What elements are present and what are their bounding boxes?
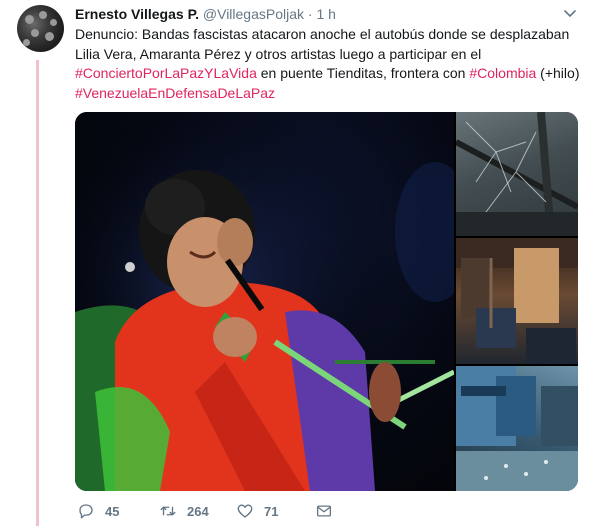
tweet-text-line: #ConciertoPorLaPazYLaVida en puente Tien… [75,64,595,84]
tweet-text-line: Lilia Vera, Amaranta Pérez y otros artis… [75,45,595,65]
tweet-text-segment: en puente Tienditas, frontera con [256,65,470,81]
hashtag-link[interactable]: #ConciertoPorLaPazYLaVida [75,65,257,81]
chevron-down-icon[interactable] [563,8,577,20]
reply-icon [79,504,93,519]
author-handle[interactable]: @VillegasPoljak [203,6,304,22]
heart-icon [237,504,253,518]
like-count: 71 [264,503,279,519]
like-button[interactable]: 71 [236,500,278,522]
shattered-window-art [456,112,578,236]
tweet-text: Denuncio: Bandas fascistas atacaron anoc… [75,25,595,103]
tweet-text-segment: Denuncio: Bandas fascistas atacaron anoc… [75,26,570,42]
shattered-window-photo[interactable] [456,112,578,236]
tweet-actions: 45 264 71 [75,500,495,526]
thread-connector-line [36,60,39,526]
retweet-count: 264 [187,503,209,519]
direct-message-button[interactable] [315,500,343,522]
envelope-icon [316,505,332,517]
avatar[interactable] [17,5,64,52]
bus-interior-art [456,238,578,364]
media-grid [75,112,578,491]
reply-count: 45 [105,503,120,519]
hashtag-link[interactable]: #Colombia [469,65,536,81]
broken-glass-seats-art [456,366,578,491]
tweet-text-line: Denuncio: Bandas fascistas atacaron anoc… [75,25,595,45]
author-name[interactable]: Ernesto Villegas P. [75,6,199,22]
broken-glass-seats-photo[interactable] [456,366,578,491]
bus-interior-photo[interactable] [456,238,578,364]
tweet-text-segment: (+hilo) [536,65,580,81]
singer-photo-art [75,112,454,491]
reply-button[interactable]: 45 [77,500,119,522]
tweet-text-line: #VenezuelaEnDefensaDeLaPaz [75,84,595,104]
singer-photo[interactable] [75,112,454,491]
retweet-icon [160,506,176,516]
tweet-header: Ernesto Villegas P. @VillegasPoljak · 1 … [75,5,336,23]
hashtag-link[interactable]: #VenezuelaEnDefensaDeLaPaz [75,85,275,101]
tweet-timestamp[interactable]: 1 h [316,6,335,22]
retweet-button[interactable]: 264 [159,500,209,522]
header-separator: · [307,6,313,22]
tweet-text-segment: Lilia Vera, Amaranta Pérez y otros artis… [75,45,482,62]
